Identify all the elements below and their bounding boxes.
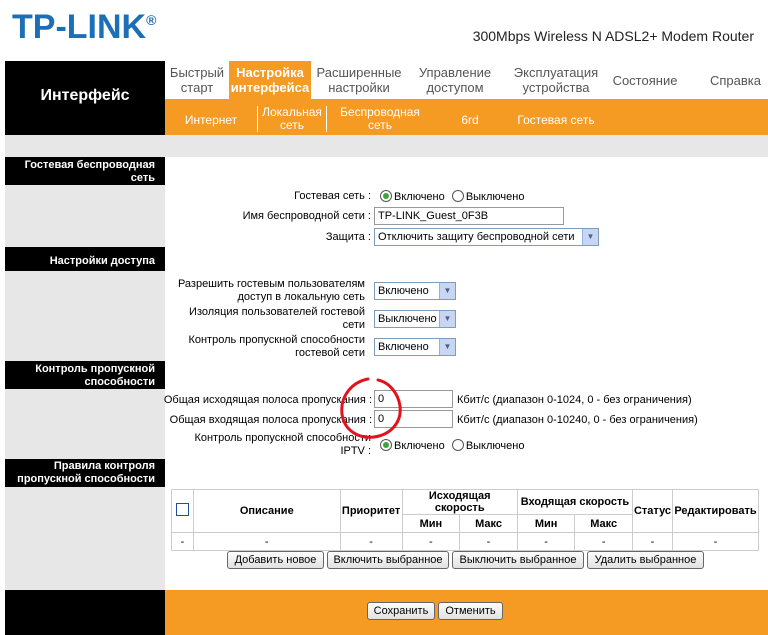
footer-left bbox=[5, 590, 165, 635]
nav-advanced-settings[interactable]: Расширенные настройки bbox=[311, 65, 407, 99]
upstream-label: Общая исходящая полоса пропускания : bbox=[163, 394, 372, 406]
guest-network-radios: Включено Выключено bbox=[380, 190, 524, 203]
main-nav: Быстрый старт Настройка интерфейса Расши… bbox=[165, 61, 768, 99]
sidebar-title: Интерфейс bbox=[40, 87, 130, 104]
section-spacer bbox=[5, 271, 165, 361]
section-spacer bbox=[5, 389, 165, 459]
guest-bw-label: Контроль пропускной способности гостевой… bbox=[188, 334, 365, 359]
section-spacer bbox=[5, 487, 165, 590]
allow-lan-label: Разрешить гостевым пользователям доступ … bbox=[177, 278, 365, 303]
security-select-value: Отключить защиту беспроводной сети bbox=[378, 231, 575, 243]
col-down-min: Мин bbox=[516, 514, 576, 533]
table-cell: - bbox=[192, 532, 341, 551]
select-all-cell bbox=[171, 489, 194, 533]
guest-network-label: Гостевая сеть : bbox=[294, 190, 371, 202]
security-label: Защита : bbox=[325, 231, 371, 243]
table-cell: - bbox=[632, 532, 673, 551]
section-bandwidth: Контроль пропускной способности bbox=[5, 361, 165, 389]
guest-bw-select-value: Включено bbox=[378, 341, 429, 353]
isolation-select-value: Выключено bbox=[378, 313, 437, 325]
downstream-input[interactable] bbox=[374, 410, 453, 428]
section-rules: Правила контроля пропускной способности bbox=[5, 459, 165, 487]
table-row: - - - - - - - - - bbox=[171, 532, 760, 551]
iptv-off-label: Выключено bbox=[465, 440, 525, 452]
add-rule-button[interactable]: Добавить новое bbox=[227, 551, 324, 569]
chevron-down-icon: ▼ bbox=[439, 283, 455, 299]
subnav-6rd[interactable]: 6rd bbox=[445, 114, 495, 127]
guest-bw-select[interactable]: Включено ▼ bbox=[374, 338, 456, 356]
col-status: Статус bbox=[632, 489, 673, 533]
col-up-max: Макс bbox=[459, 514, 518, 533]
isolation-select[interactable]: Выключено ▼ bbox=[374, 310, 456, 328]
downstream-label: Общая входящая полоса пропускания : bbox=[169, 414, 372, 426]
model-name: 300Mbps Wireless N ADSL2+ Modem Router bbox=[472, 28, 754, 44]
col-up-min: Мин bbox=[401, 514, 461, 533]
cancel-button[interactable]: Отменить bbox=[438, 602, 503, 620]
upstream-input[interactable] bbox=[374, 390, 453, 408]
col-description: Описание bbox=[192, 489, 341, 533]
iptv-on-label: Включено bbox=[394, 440, 445, 452]
rules-table: Описание Приоритет Исходящая скорость Вх… bbox=[171, 489, 760, 551]
section-spacer bbox=[5, 185, 165, 247]
col-priority: Приоритет bbox=[339, 489, 403, 533]
nav-access-management[interactable]: Управление доступом bbox=[409, 65, 501, 99]
chevron-down-icon: ▼ bbox=[439, 339, 455, 355]
allow-lan-select-value: Включено bbox=[378, 285, 429, 297]
iptv-on-radio[interactable] bbox=[380, 439, 392, 451]
save-button[interactable]: Сохранить bbox=[367, 602, 435, 620]
chevron-down-icon: ▼ bbox=[582, 229, 598, 245]
ssid-label: Имя беспроводной сети : bbox=[242, 210, 371, 222]
subnav-wireless[interactable]: Беспроводная сеть bbox=[335, 106, 425, 132]
table-cell: - bbox=[671, 532, 760, 551]
security-select[interactable]: Отключить защиту беспроводной сети ▼ bbox=[374, 228, 599, 246]
col-edit: Редактировать bbox=[671, 489, 760, 533]
nav-quick-start[interactable]: Быстрый старт bbox=[165, 65, 229, 99]
section-access: Настройки доступа bbox=[5, 247, 165, 271]
ssid-input[interactable] bbox=[374, 207, 564, 225]
divider-bar bbox=[5, 135, 768, 157]
allow-lan-select[interactable]: Включено ▼ bbox=[374, 282, 456, 300]
upstream-hint: Кбит/с (диапазон 0-1024, 0 - без огранич… bbox=[457, 394, 692, 406]
isolation-label: Изоляция пользователей гостевой сети bbox=[189, 306, 365, 331]
subnav-lan[interactable]: Локальная сеть bbox=[257, 106, 327, 132]
iptv-label: Контроль пропускной способности IPTV : bbox=[194, 432, 371, 457]
nav-interface-setup[interactable]: Настройка интерфейса bbox=[229, 61, 311, 99]
iptv-radios: Включено Выключено bbox=[380, 439, 524, 452]
delete-selected-button[interactable]: Удалить выбранное bbox=[587, 551, 704, 569]
sub-nav: Интернет Локальная сеть Беспроводная сет… bbox=[165, 99, 768, 135]
guest-network-on-label: Включено bbox=[394, 191, 445, 203]
section-guest-wireless: Гостевая беспроводная сеть bbox=[5, 157, 165, 185]
table-cell: - bbox=[339, 532, 403, 551]
enable-selected-button[interactable]: Включить выбранное bbox=[327, 551, 449, 569]
tp-link-logo: TP-LINK® bbox=[12, 8, 157, 46]
downstream-hint: Кбит/с (диапазон 0-10240, 0 - без ограни… bbox=[457, 414, 698, 426]
nav-status[interactable]: Состояние bbox=[607, 65, 683, 99]
nav-help[interactable]: Справка bbox=[703, 65, 768, 99]
guest-network-off-radio[interactable] bbox=[451, 190, 464, 202]
table-cell: - bbox=[516, 532, 576, 551]
col-down-max: Макс bbox=[574, 514, 634, 533]
iptv-off-radio[interactable] bbox=[451, 439, 464, 451]
table-cell: - bbox=[171, 532, 194, 551]
select-all-checkbox[interactable] bbox=[175, 503, 189, 516]
disable-selected-button[interactable]: Выключить выбранное bbox=[452, 551, 584, 569]
table-cell: - bbox=[574, 532, 634, 551]
chevron-down-icon: ▼ bbox=[439, 311, 455, 327]
guest-network-off-label: Выключено bbox=[465, 191, 525, 203]
col-downstream: Входящая скорость bbox=[516, 489, 634, 515]
guest-network-on-radio[interactable] bbox=[380, 190, 392, 202]
sidebar-header: Интерфейс bbox=[5, 61, 165, 135]
subnav-internet[interactable]: Интернет bbox=[179, 114, 243, 127]
nav-maintenance[interactable]: Эксплуатация устройства bbox=[505, 65, 607, 99]
table-cell: - bbox=[401, 532, 461, 551]
table-cell: - bbox=[459, 532, 518, 551]
subnav-guest-network[interactable]: Гостевая сеть bbox=[511, 114, 601, 127]
col-upstream: Исходящая скорость bbox=[401, 489, 518, 515]
